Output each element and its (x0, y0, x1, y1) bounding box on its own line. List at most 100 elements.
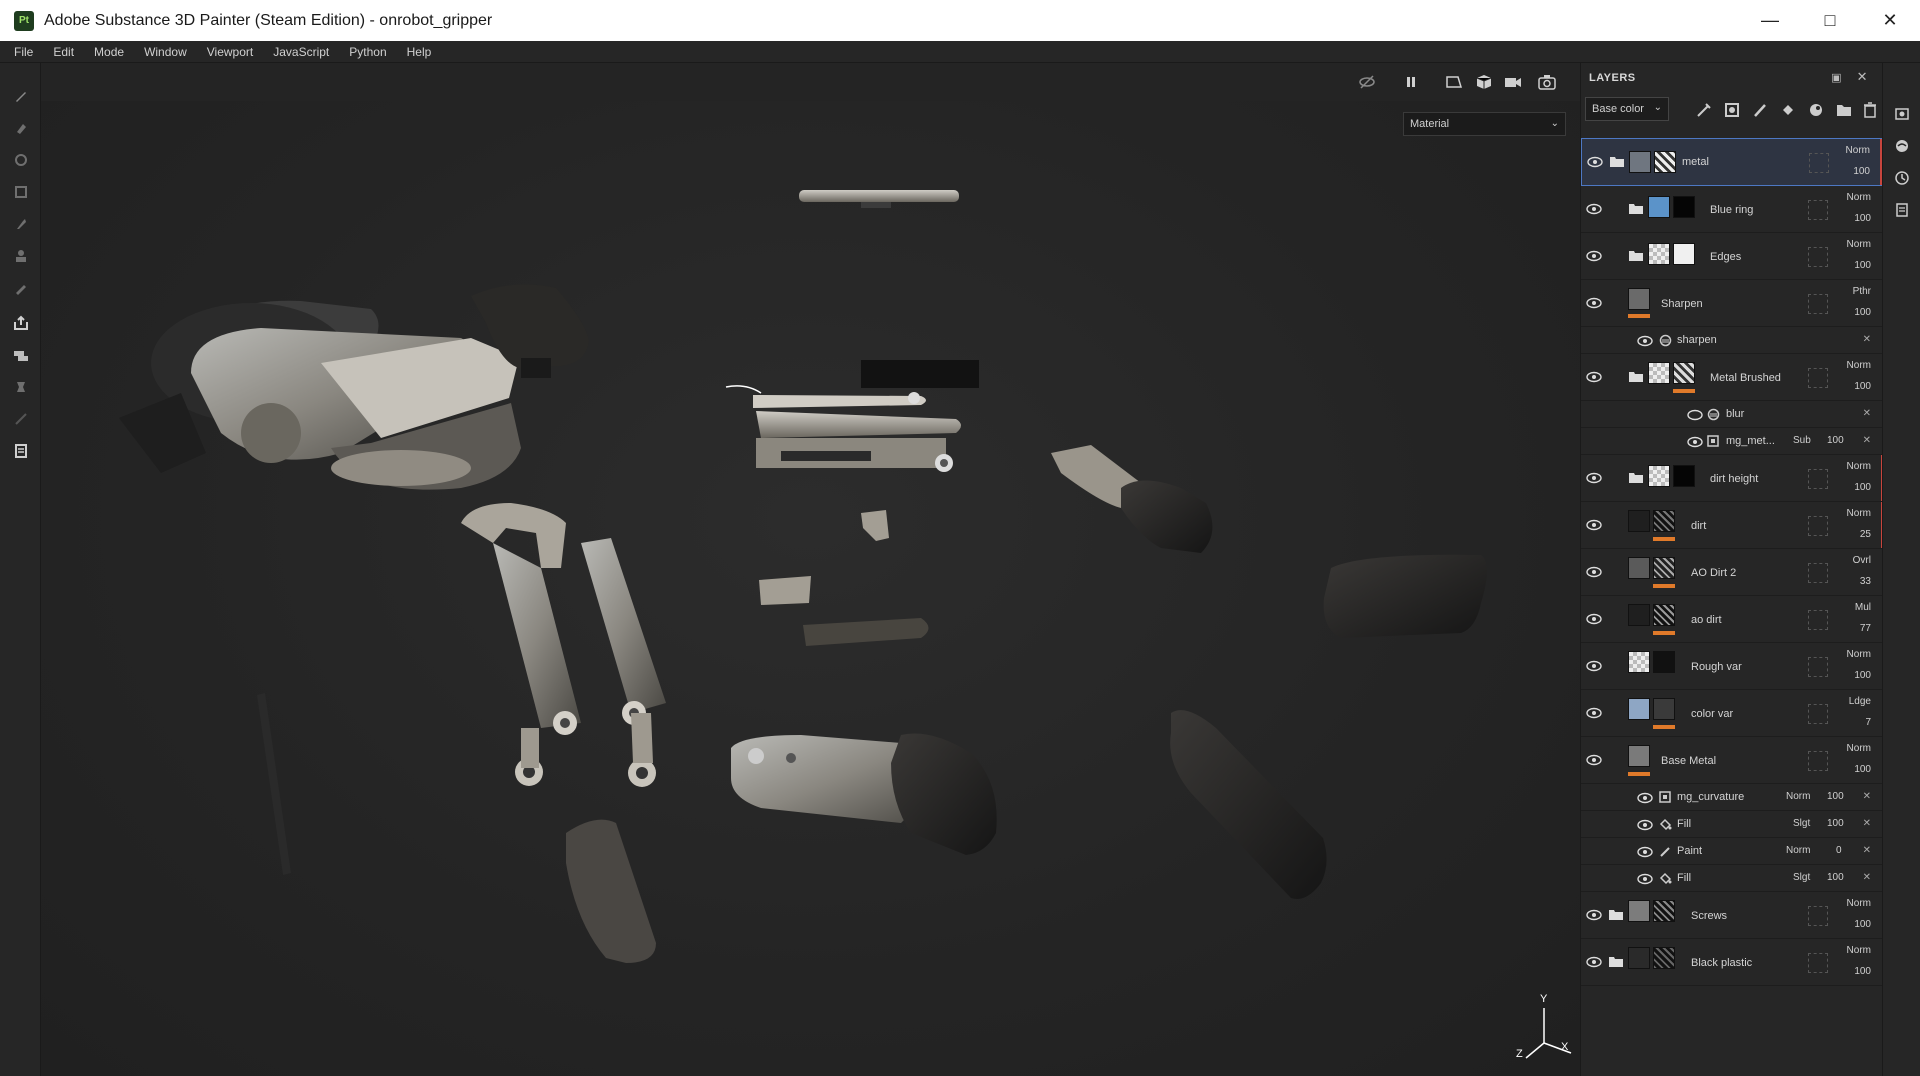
visibility-eye-icon[interactable] (1586, 250, 1602, 262)
visibility-eye-icon[interactable] (1637, 819, 1653, 831)
mask-slot[interactable] (1809, 153, 1829, 173)
properties-icon[interactable] (1893, 201, 1911, 219)
menu-edit[interactable]: Edit (43, 45, 84, 59)
remove-effect-icon[interactable]: ✕ (1863, 334, 1871, 345)
mask-slot[interactable] (1808, 516, 1828, 536)
opacity-value[interactable]: 25 (1860, 529, 1871, 540)
visibility-eye-icon[interactable] (1586, 956, 1602, 968)
blend-mode[interactable]: Ldge (1849, 696, 1871, 707)
visibility-eye-hidden-icon[interactable] (1687, 409, 1703, 421)
blend-mode[interactable]: Norm (1847, 461, 1871, 472)
history-icon[interactable] (1893, 169, 1911, 187)
effects-icon[interactable] (1695, 101, 1713, 119)
blend-mode[interactable]: Sub (1793, 435, 1811, 446)
measure-icon[interactable] (12, 378, 30, 396)
close-window-button[interactable]: ✕ (1860, 0, 1920, 41)
remove-effect-icon[interactable]: ✕ (1863, 791, 1871, 802)
close-panel-icon[interactable]: ✕ (1857, 69, 1868, 85)
float-panel-icon[interactable]: ▣ (1831, 71, 1842, 84)
visibility-eye-icon[interactable] (1586, 707, 1602, 719)
layer-row-rough-var[interactable]: Rough var Norm 100 (1581, 643, 1883, 690)
opacity-value[interactable]: 100 (1827, 818, 1844, 829)
layer-row-sharpen[interactable]: Sharpen Pthr 100 (1581, 280, 1883, 327)
folder-icon[interactable] (1835, 101, 1853, 119)
effect-row-mg-curvature[interactable]: mg_curvature Norm 100 ✕ (1581, 784, 1883, 811)
opacity-value[interactable]: 100 (1853, 166, 1870, 177)
visibility-eye-icon[interactable] (1586, 754, 1602, 766)
3d-viewport[interactable]: Material ⌄ Y X Z (41, 63, 1580, 1076)
blend-mode[interactable]: Pthr (1853, 286, 1871, 297)
bake-icon[interactable] (12, 314, 30, 332)
mask-slot[interactable] (1808, 368, 1828, 388)
mask-slot[interactable] (1808, 906, 1828, 926)
blend-mode[interactable]: Mul (1855, 602, 1871, 613)
opacity-value[interactable]: 100 (1827, 435, 1844, 446)
layer-row-ao-dirt[interactable]: ao dirt Mul 77 (1581, 596, 1883, 643)
eraser-icon[interactable] (12, 119, 30, 137)
mask-slot[interactable] (1808, 704, 1828, 724)
visibility-eye-icon[interactable] (1637, 792, 1653, 804)
smart-material-icon[interactable] (1807, 101, 1825, 119)
blend-mode[interactable]: Norm (1786, 845, 1810, 856)
menu-python[interactable]: Python (339, 45, 396, 59)
visibility-eye-icon[interactable] (1586, 472, 1602, 484)
opacity-value[interactable]: 33 (1860, 576, 1871, 587)
blend-mode[interactable]: Ovrl (1853, 555, 1871, 566)
effect-row-blur[interactable]: blur ✕ (1581, 401, 1883, 428)
menu-help[interactable]: Help (397, 45, 442, 59)
layer-row-blue-ring[interactable]: Blue ring Norm 100 (1581, 186, 1883, 233)
visibility-eye-icon[interactable] (1586, 660, 1602, 672)
projection-icon[interactable] (12, 151, 30, 169)
maximize-button[interactable]: □ (1800, 0, 1860, 41)
blend-mode[interactable]: Norm (1847, 192, 1871, 203)
layer-row-ao-dirt-2[interactable]: AO Dirt 2 Ovrl 33 (1581, 549, 1883, 596)
opacity-value[interactable]: 100 (1827, 791, 1844, 802)
mask-icon[interactable] (1723, 101, 1741, 119)
environment-icon[interactable] (1893, 137, 1911, 155)
channel-dropdown[interactable]: Base color ⌄ (1585, 97, 1669, 121)
blend-mode[interactable]: Norm (1847, 649, 1871, 660)
blend-mode[interactable]: Norm (1847, 239, 1871, 250)
blend-mode[interactable]: Norm (1786, 791, 1810, 802)
visibility-eye-icon[interactable] (1637, 846, 1653, 858)
visibility-eye-icon[interactable] (1586, 909, 1602, 921)
layer-row-dirt-height[interactable]: dirt height Norm 100 (1581, 455, 1883, 502)
opacity-value[interactable]: 100 (1854, 213, 1871, 224)
mask-slot[interactable] (1808, 563, 1828, 583)
document-icon[interactable] (12, 442, 30, 460)
clone-icon[interactable] (12, 247, 30, 265)
layer-row-base-metal[interactable]: Base Metal Norm 100 (1581, 737, 1883, 784)
paint-brush-icon[interactable] (12, 87, 30, 105)
effect-row-paint[interactable]: Paint Norm 0 ✕ (1581, 838, 1883, 865)
minimize-button[interactable]: — (1740, 0, 1800, 41)
layer-row-edges[interactable]: Edges Norm 100 (1581, 233, 1883, 280)
remove-effect-icon[interactable]: ✕ (1863, 845, 1871, 856)
opacity-value[interactable]: 100 (1854, 764, 1871, 775)
blend-mode[interactable]: Norm (1847, 743, 1871, 754)
texture-set-icon[interactable] (1893, 105, 1911, 123)
blend-mode[interactable]: Norm (1847, 898, 1871, 909)
effect-row-mg-met[interactable]: mg_met... Sub 100 ✕ (1581, 428, 1883, 455)
layer-row-black-plastic[interactable]: Black plastic Norm 100 (1581, 939, 1883, 986)
remove-effect-icon[interactable]: ✕ (1863, 435, 1871, 446)
opacity-value[interactable]: 100 (1827, 872, 1844, 883)
opacity-value[interactable]: 77 (1860, 623, 1871, 634)
layer-row-screws[interactable]: Screws Norm 100 (1581, 892, 1883, 939)
opacity-value[interactable]: 0 (1836, 845, 1842, 856)
opacity-value[interactable]: 100 (1854, 919, 1871, 930)
visibility-eye-icon[interactable] (1687, 436, 1703, 448)
color-picker-icon[interactable] (12, 279, 30, 297)
mask-slot[interactable] (1808, 751, 1828, 771)
opacity-value[interactable]: 100 (1854, 482, 1871, 493)
opacity-value[interactable]: 100 (1854, 966, 1871, 977)
menu-viewport[interactable]: Viewport (197, 45, 263, 59)
paint-layer-icon[interactable] (1751, 101, 1769, 119)
blend-mode[interactable]: Slgt (1793, 818, 1810, 829)
opacity-value[interactable]: 7 (1865, 717, 1871, 728)
blend-mode[interactable]: Norm (1847, 945, 1871, 956)
mask-slot[interactable] (1808, 953, 1828, 973)
polygon-fill-icon[interactable] (12, 183, 30, 201)
fill-layer-icon[interactable] (1779, 101, 1797, 119)
visibility-eye-icon[interactable] (1637, 873, 1653, 885)
mask-slot[interactable] (1808, 247, 1828, 267)
